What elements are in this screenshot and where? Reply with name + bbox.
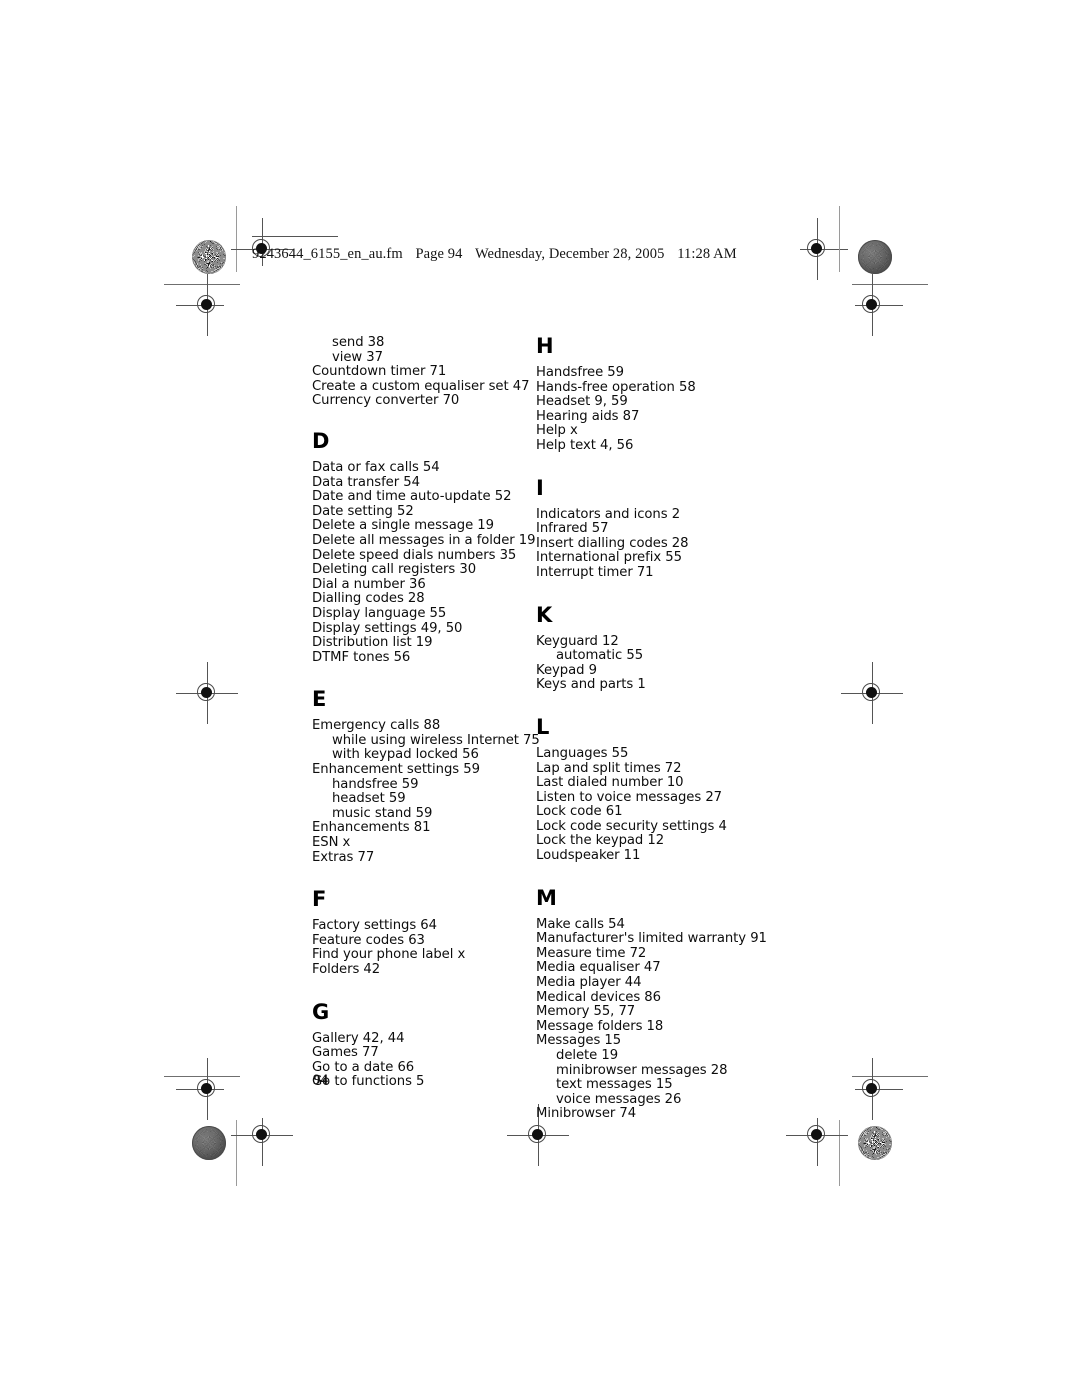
index-entry: while using wireless Internet 75 <box>332 732 540 748</box>
index-entry: Delete a single message 19 <box>312 518 494 534</box>
index-entry: Indicators and icons 2 <box>536 506 681 522</box>
index-entry: Find your phone label x <box>312 947 466 963</box>
index-entry: Keys and parts 1 <box>536 677 646 693</box>
index-entry: delete 19 <box>556 1048 619 1063</box>
index-section-e: E Emergency calls 88 while using wireless … <box>312 689 548 865</box>
index-entry: Lock the keypad 12 <box>536 833 665 849</box>
index-entry: Date and time auto-update 52 <box>312 489 512 505</box>
index-entry: Languages 55 <box>536 745 629 761</box>
index-entry: Data transfer 54 <box>312 474 420 490</box>
index-letter-heading: G <box>312 999 330 1024</box>
index-entry: handsfree 59 <box>332 776 419 792</box>
index-letter-heading: L <box>536 714 550 739</box>
index-entry: Games 77 <box>312 1045 379 1061</box>
index-entry: headset 59 <box>332 791 406 807</box>
index-entry: Media player 44 <box>536 975 642 991</box>
index-entry: Emergency calls 88 <box>312 718 441 734</box>
index-entry: Create a custom equaliser set 47 <box>312 378 530 394</box>
index-entry: Folders 42 <box>312 962 381 977</box>
index-entry: DTMF tones 56 <box>312 649 411 665</box>
index-entry: Media equaliser 47 <box>536 960 661 976</box>
index-entry: Hands-free operation 58 <box>536 379 696 395</box>
index-entry: Lock code 61 <box>536 804 623 820</box>
index-section-k: K Keyguard 12 automatic 55 Keypad 9 Keys and… <box>536 602 772 693</box>
index-letter-heading: F <box>312 887 327 912</box>
index-entry: Display language 55 <box>312 605 447 621</box>
index-section-f: F Factory settings 64 Feature codes 63 Find… <box>312 889 548 977</box>
index-entry: Data or fax calls 54 <box>312 459 440 475</box>
index-entry: Message folders 18 <box>536 1018 664 1034</box>
index-entry: Feature codes 63 <box>312 932 425 948</box>
index-entry: Lock code security settings 4 <box>536 818 727 834</box>
index-entry: view 37 <box>332 349 383 365</box>
index-entry: text messages 15 <box>556 1077 673 1093</box>
index-entry: Delete all messages in a folder 19 <box>312 532 536 548</box>
index-letter-heading: I <box>536 475 544 500</box>
index-column-left: send 38 view 37 Countdown timer 71 Create a… <box>312 335 548 1090</box>
index-entry: ESN x <box>312 835 351 851</box>
index-entry: Go to functions 5 <box>312 1074 425 1090</box>
index-entry: Minibrowser 74 <box>536 1106 637 1122</box>
index-entry: Keypad 9 <box>536 662 597 678</box>
index-entry: Listen to voice messages 27 <box>536 789 722 805</box>
index-entry: Measure time 72 <box>536 945 647 961</box>
index-entry: Go to a date 66 <box>312 1059 415 1075</box>
index-entry: Headset 9, 59 <box>536 394 628 410</box>
index-section-h: H Handsfree 59 Hands-free operation 58 Head… <box>536 336 772 454</box>
index-entry: music stand 59 <box>332 805 433 821</box>
index-entry: Dialling codes 28 <box>312 591 425 607</box>
index-entry: Last dialed number 10 <box>536 775 684 791</box>
index-entry: Keyguard 12 <box>536 633 619 649</box>
index-section-g: G Gallery 42, 44 Games 77 Go to a date 66 Go… <box>312 999 548 1090</box>
index-section-i: I Indicators and icons 2 Infrared 57 Insert… <box>536 475 772 581</box>
index-entry: Countdown timer 71 <box>312 364 447 380</box>
index-entry: Lap and split times 72 <box>536 760 682 776</box>
index-entry: Factory settings 64 <box>312 918 437 934</box>
index-section-continued: send 38 view 37 Countdown timer 71 Create a… <box>312 335 548 409</box>
index-entry: Dial a number 36 <box>312 576 426 592</box>
index-letter-heading: H <box>536 334 554 358</box>
index-entry: Distribution list 19 <box>312 635 433 651</box>
index-entry: Infrared 57 <box>536 521 609 537</box>
index-page-body: send 38 view 37 Countdown timer 71 Create a… <box>0 0 1080 1397</box>
index-entry: Currency converter 70 <box>312 393 460 409</box>
index-entry: Insert dialling codes 28 <box>536 535 689 551</box>
index-entry: voice messages 26 <box>556 1091 682 1107</box>
page-number: 94 <box>313 1072 328 1088</box>
index-entry: Make calls 54 <box>536 916 625 932</box>
index-letter-heading: D <box>312 428 330 453</box>
index-entry: automatic 55 <box>556 648 644 664</box>
index-entry: with keypad locked 56 <box>332 747 479 763</box>
index-entry: Medical devices 86 <box>536 989 661 1005</box>
index-entry: minibrowser messages 28 <box>556 1062 728 1078</box>
index-entry: Extras 77 <box>312 849 375 865</box>
index-entry: send 38 <box>332 335 385 350</box>
index-entry: Loudspeaker 11 <box>536 848 641 864</box>
index-section-d: D Data or fax calls 54 Data transfer 54 Dat… <box>312 428 548 665</box>
index-entry: Interrupt timer 71 <box>536 564 654 580</box>
index-entry: Hearing aids 87 <box>536 408 640 424</box>
index-letter-heading: E <box>312 687 327 712</box>
index-letter-heading: K <box>536 602 553 627</box>
index-entry: Handsfree 59 <box>536 365 624 380</box>
index-entry: Delete speed dials numbers 35 <box>312 547 517 563</box>
index-entry: Memory 55, 77 <box>536 1004 636 1020</box>
index-section-m: M Make calls 54 Manufacturer's limited war… <box>536 885 772 1122</box>
index-section-l: L Languages 55 Lap and split times 72 Last … <box>536 714 772 864</box>
index-entry: International prefix 55 <box>536 550 682 566</box>
index-entry: Enhancements 81 <box>312 820 431 836</box>
index-entry: Manufacturer's limited warranty 91 <box>536 931 767 947</box>
index-entry: Enhancement settings 59 <box>312 762 480 778</box>
index-entry: Help text 4, 56 <box>536 437 634 453</box>
index-column-right: H Handsfree 59 Hands-free operation 58 Head… <box>536 336 772 1122</box>
index-entry: Gallery 42, 44 <box>312 1030 405 1046</box>
index-entry: Deleting call registers 30 <box>312 562 477 578</box>
index-entry: Help x <box>536 423 578 439</box>
index-letter-heading: M <box>536 885 557 910</box>
index-entry: Display settings 49, 50 <box>312 620 463 636</box>
index-entry: Messages 15 <box>536 1033 622 1049</box>
index-entry: Date setting 52 <box>312 503 414 519</box>
